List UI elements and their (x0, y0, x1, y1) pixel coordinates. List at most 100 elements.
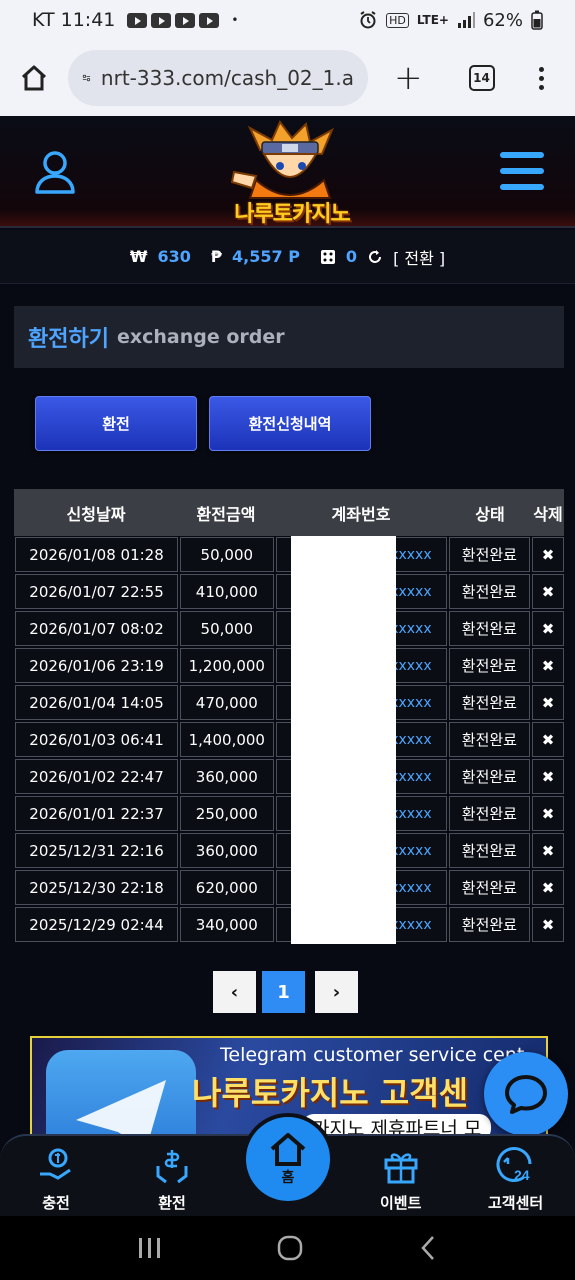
table-row: 2025/12/30 22:18 620,000 xxxxx 환전완료 ✖ (14, 869, 564, 906)
delete-button[interactable]: ✖ (532, 611, 564, 646)
nav-charge-label: 충전 (42, 1194, 70, 1212)
cell-status: 환전완료 (448, 537, 531, 572)
home-icon (270, 1133, 306, 1166)
cell-status: 환전완료 (448, 796, 531, 831)
nav-support[interactable]: 24 고객센터 (488, 1146, 543, 1213)
gift-icon (384, 1153, 418, 1184)
won-icon: ₩ (129, 247, 148, 266)
cell-date: 2026/01/03 06:41 (15, 722, 179, 757)
point-icon: ₱ (210, 247, 223, 266)
cell-date: 2026/01/04 14:05 (15, 685, 179, 720)
exchange-button[interactable]: 환전 (35, 396, 197, 451)
withdraw-icon (156, 1150, 188, 1184)
nav-event-label: 이벤트 (380, 1194, 422, 1212)
deposit-icon (40, 1148, 71, 1180)
delete-button[interactable]: ✖ (532, 833, 564, 868)
banner-line-2: 나루토카지노 고객센 (192, 1074, 469, 1112)
signal-icon (457, 12, 475, 28)
cash-balance: 630 (157, 247, 191, 266)
cell-date: 2025/12/31 22:16 (15, 833, 179, 868)
url-text: nrt-333.com/cash_02_1.a (100, 66, 354, 90)
address-bar[interactable]: nrt-333.com/cash_02_1.a (68, 50, 368, 106)
android-navigation-bar (0, 1216, 575, 1280)
delete-button[interactable]: ✖ (532, 537, 564, 572)
cell-amount: 470,000 (180, 685, 274, 720)
cell-date: 2026/01/02 22:47 (15, 759, 179, 794)
live-chat-button[interactable] (484, 1052, 568, 1136)
hamburger-menu-button[interactable] (500, 152, 544, 194)
hamburger-menu-icon (500, 152, 544, 190)
nav-exchange[interactable]: 환전 (152, 1146, 192, 1213)
recent-apps-icon[interactable] (137, 1237, 163, 1259)
exchange-history-button[interactable]: 환전신청내역 (209, 396, 371, 451)
delete-button[interactable]: ✖ (532, 907, 564, 942)
cell-status: 환전완료 (448, 574, 531, 609)
cell-amount: 340,000 (180, 907, 274, 942)
table-row: 2026/01/07 08:02 50,000 xxxxx 환전완료 ✖ (14, 610, 564, 647)
convert-button[interactable]: [ 전환 ] (393, 245, 445, 269)
table-row: 2026/01/01 22:37 250,000 xxxxx 환전완료 ✖ (14, 795, 564, 832)
delete-button[interactable]: ✖ (532, 796, 564, 831)
browser-home-button[interactable] (16, 60, 52, 96)
cell-status: 환전완료 (448, 833, 531, 868)
header-status: 상태 (475, 504, 505, 524)
delete-button[interactable]: ✖ (532, 759, 564, 794)
site-settings-icon[interactable] (82, 67, 91, 89)
svg-text:24: 24 (514, 1167, 530, 1183)
cell-amount: 250,000 (180, 796, 274, 831)
telegram-logo-icon (46, 1050, 196, 1144)
casino-chip-icon (320, 249, 335, 264)
table-row: 2026/01/06 23:19 1,200,000 xxxxx 환전완료 ✖ (14, 647, 564, 684)
android-home-icon[interactable] (277, 1235, 303, 1261)
table-row: 2025/12/31 22:16 360,000 xxxxx 환전완료 ✖ (14, 832, 564, 869)
cell-amount: 1,200,000 (180, 648, 274, 683)
battery-percent: 62% (482, 9, 523, 31)
delete-button[interactable]: ✖ (532, 870, 564, 905)
chat-bubble-icon (505, 1075, 547, 1114)
table-row: 2026/01/08 01:28 50,000 xxxxx 환전완료 ✖ (14, 536, 564, 573)
browser-toolbar: nrt-333.com/cash_02_1.a + 14 (0, 40, 575, 116)
banner-line-1: Telegram customer service cent (220, 1044, 525, 1066)
cell-date: 2026/01/06 23:19 (15, 648, 179, 683)
cell-amount: 360,000 (180, 833, 274, 868)
cell-amount: 50,000 (180, 611, 274, 646)
delete-button[interactable]: ✖ (532, 648, 564, 683)
tab-switcher-button[interactable]: 14 (468, 65, 495, 91)
nav-support-label: 고객센터 (488, 1194, 544, 1212)
nav-charge[interactable]: 충전 (36, 1146, 76, 1213)
nav-home[interactable]: 홈 (242, 1113, 334, 1205)
nav-exchange-label: 환전 (158, 1194, 186, 1212)
browser-menu-button[interactable] (538, 66, 544, 90)
cell-status: 환전완료 (448, 722, 531, 757)
pagination-page-1[interactable]: 1 (262, 971, 305, 1013)
cell-amount: 410,000 (180, 574, 274, 609)
back-icon[interactable] (418, 1235, 438, 1261)
page-title: 환전하기 (28, 327, 109, 352)
page-subtitle: exchange order (116, 326, 285, 348)
more-notifications-dot: • (231, 13, 239, 27)
table-header: 신청날짜 환전금액 계좌번호 상태 삭제 (14, 489, 564, 536)
point-balance: 4,557 P (232, 247, 300, 266)
balance-bar: ₩ 630 ₱ 4,557 P 0 [ 전환 ] (0, 230, 575, 284)
delete-button[interactable]: ✖ (532, 574, 564, 609)
refresh-icon[interactable] (367, 249, 383, 265)
home-icon (21, 65, 47, 91)
delete-button[interactable]: ✖ (532, 722, 564, 757)
pagination-next-button[interactable]: › (315, 971, 358, 1013)
cell-status: 환전완료 (448, 611, 531, 646)
nav-event[interactable]: 이벤트 (380, 1146, 421, 1213)
new-tab-button[interactable]: + (394, 58, 423, 98)
user-account-button[interactable] (34, 150, 76, 198)
cell-status: 환전완료 (448, 907, 531, 942)
table-row: 2025/12/29 02:44 340,000 xxxxx 환전완료 ✖ (14, 906, 564, 943)
pagination-prev-button[interactable]: ‹ (213, 971, 256, 1013)
nav-home-label: 홈 (281, 1170, 295, 1186)
header-date: 신청날짜 (66, 504, 126, 524)
cell-date: 2026/01/08 01:28 (15, 537, 179, 572)
cell-amount: 620,000 (180, 870, 274, 905)
cell-amount: 1,400,000 (180, 722, 274, 757)
network-type: LTE+ (416, 13, 449, 27)
youtube-notification-icon (151, 12, 172, 28)
cell-date: 2026/01/07 22:55 (15, 574, 179, 609)
delete-button[interactable]: ✖ (532, 685, 564, 720)
